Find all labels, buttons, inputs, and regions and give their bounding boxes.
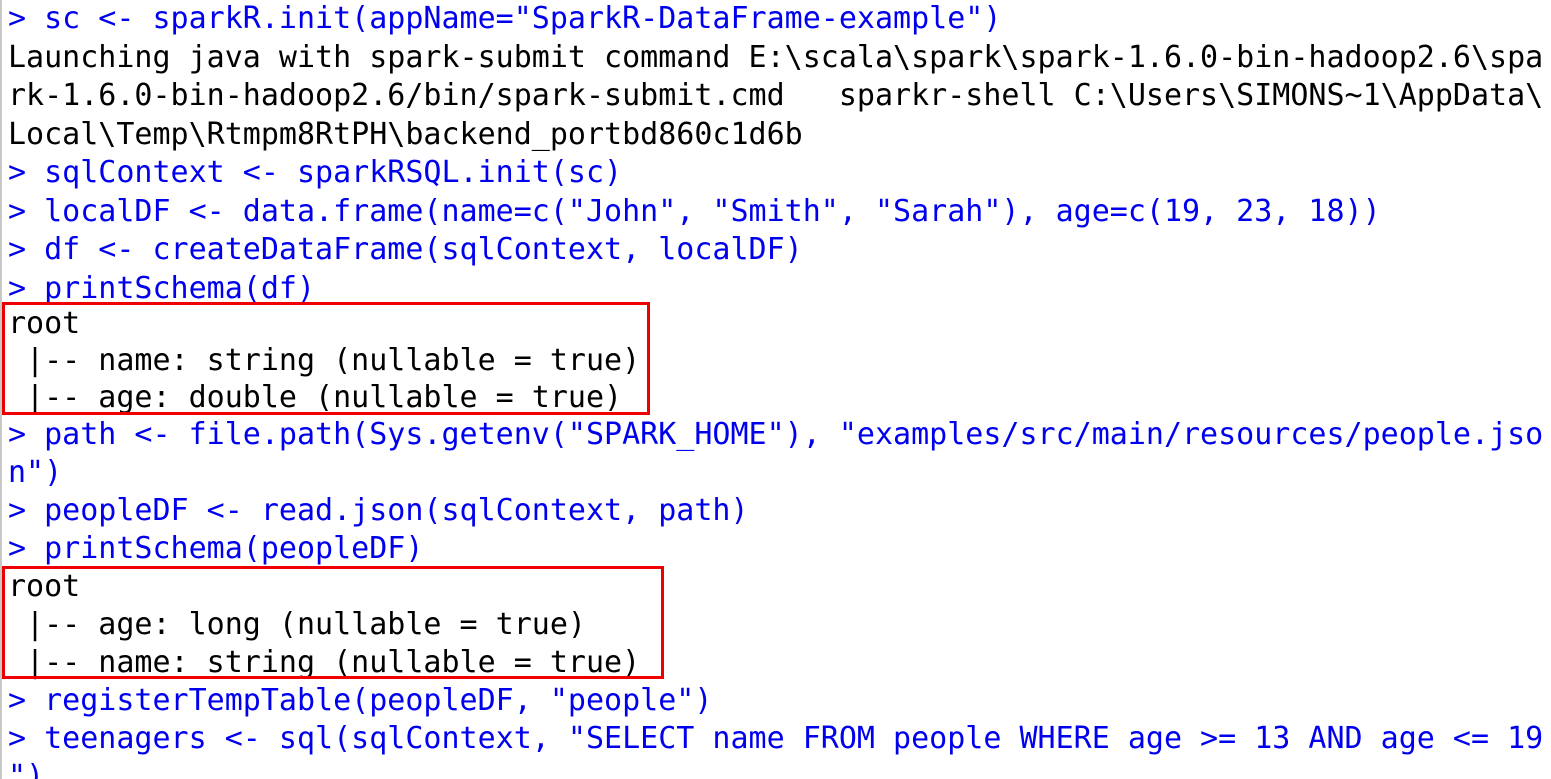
- console-line-command: > path <- file.path(Sys.getenv("SPARK_HO…: [8, 417, 1544, 452]
- console-line-output: root: [8, 306, 81, 341]
- console-line-command: > sqlContext <- sparkRSQL.init(sc): [8, 155, 623, 190]
- console-line-command: "): [8, 759, 45, 779]
- console-line-command: > teenagers <- sql(sqlContext, "SELECT n…: [8, 721, 1544, 756]
- console-line-output: root: [8, 569, 81, 604]
- console-line-output: Launching java with spark-submit command…: [8, 39, 1544, 75]
- console-line-command: > registerTempTable(peopleDF, "people"): [8, 683, 713, 718]
- console-line-command: > df <- createDataFrame(sqlContext, loca…: [8, 232, 803, 267]
- console-line-command: n"): [8, 455, 63, 490]
- console-line-command: > peopleDF <- read.json(sqlContext, path…: [8, 493, 749, 528]
- console-line-output: Local\Temp\Rtmpm8RtPH\backend_portbd860c…: [8, 116, 803, 152]
- terminal-console[interactable]: > sc <- sparkR.init(appName="SparkR-Data…: [0, 0, 1551, 779]
- console-line-command: > printSchema(df): [8, 270, 316, 306]
- console-line-output: |-- name: string (nullable = true): [8, 343, 641, 378]
- console-line-command: > localDF <- data.frame(name=c("John", "…: [8, 193, 1381, 229]
- console-line-output: rk-1.6.0-bin-hadoop2.6/bin/spark-submit.…: [8, 78, 1544, 113]
- console-line-output: |-- age: double (nullable = true): [8, 380, 623, 415]
- console-line-output: |-- name: string (nullable = true): [8, 645, 641, 680]
- console-line-command: > printSchema(peopleDF): [8, 531, 424, 566]
- console-line-output: |-- age: long (nullable = true): [8, 607, 586, 642]
- console-line-command: > sc <- sparkR.init(appName="SparkR-Data…: [8, 1, 1002, 36]
